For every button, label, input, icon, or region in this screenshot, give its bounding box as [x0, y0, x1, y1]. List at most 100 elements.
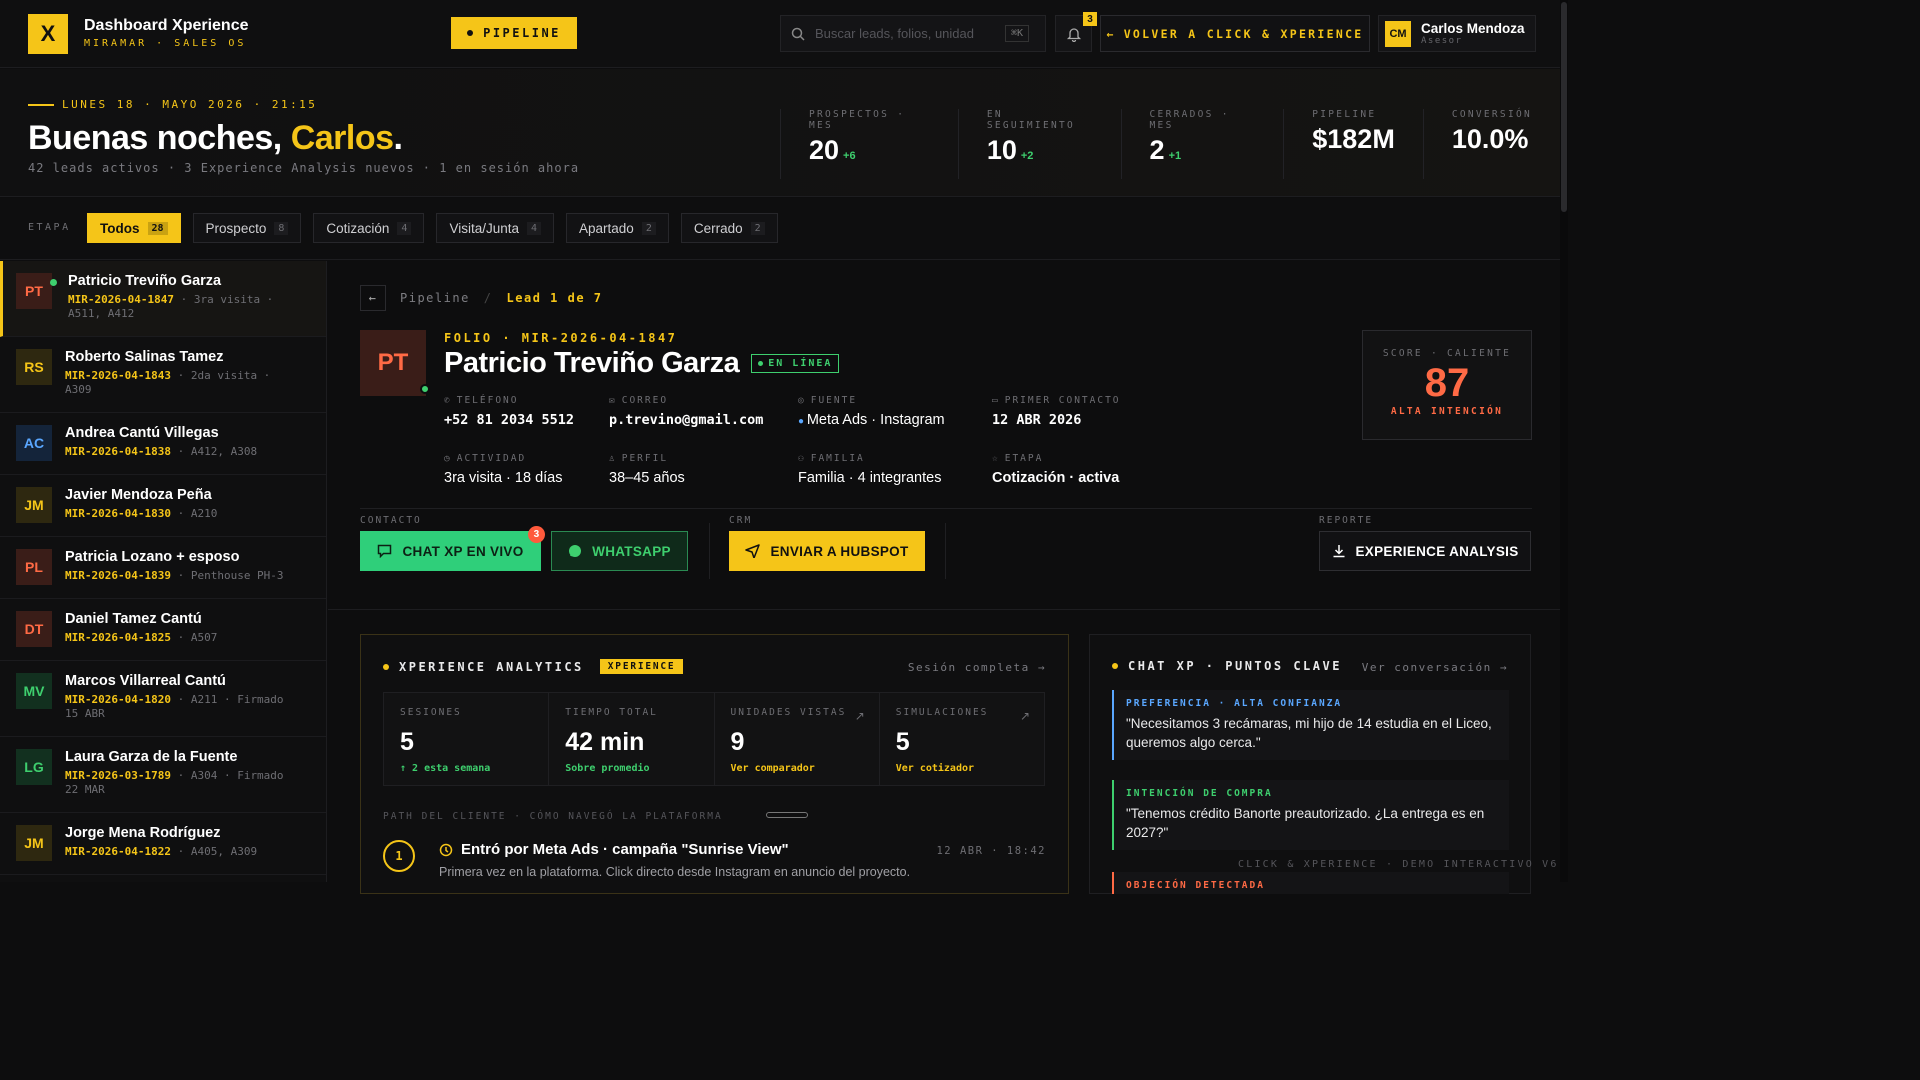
- field-value: 38–45 años: [609, 470, 685, 486]
- stage-filter-apartado[interactable]: Apartado 2: [566, 213, 669, 243]
- calendar-icon: ▭: [992, 395, 1000, 406]
- kpi-sub: Sobre promedio: [565, 763, 650, 774]
- back-to-click-xperience-button[interactable]: ← VOLVER A CLICK & XPERIENCE: [1100, 15, 1370, 52]
- scrollbar-thumb[interactable]: [1561, 2, 1567, 212]
- step-time: 12 ABR · 18:42: [936, 845, 1046, 857]
- arrow-left-icon: ←: [368, 291, 378, 305]
- stat-value: 20 +6: [809, 135, 856, 165]
- phone-icon: ✆: [444, 395, 452, 406]
- field-label: ⚇ FAMILIA: [798, 453, 865, 464]
- divider: [945, 523, 946, 579]
- stage-count: 2: [750, 221, 765, 235]
- stat-delta: +2: [1020, 150, 1034, 162]
- stage-filter-cotizacion[interactable]: Cotización 4: [313, 213, 425, 243]
- experience-analysis-button[interactable]: EXPERIENCE ANALYSIS: [1319, 531, 1531, 571]
- lead-name: Patricia Lozano + esposo: [65, 549, 240, 565]
- kpi-sub: Ver comparador: [730, 763, 815, 774]
- avatar: LG: [16, 749, 52, 785]
- list-item[interactable]: JM Javier Mendoza Peña MIR-2026-04-1830 …: [0, 475, 326, 537]
- online-indicator: [50, 279, 57, 286]
- lead-meta: MIR-2026-04-1839 · Penthouse PH-3: [65, 569, 284, 582]
- stage-count: 8: [274, 221, 289, 235]
- field-label: ✆ TELÉFONO: [444, 395, 519, 406]
- breadcrumb-back-button[interactable]: ←: [360, 285, 386, 311]
- breadcrumb-root[interactable]: Pipeline: [400, 291, 470, 305]
- xperience-tag: XPERIENCE: [599, 659, 684, 674]
- list-item[interactable]: DT Daniel Tamez Cantú MIR-2026-04-1825 ·…: [0, 599, 326, 661]
- back-button-label: VOLVER A CLICK & XPERIENCE: [1123, 26, 1364, 41]
- divider: [360, 508, 1532, 509]
- list-item[interactable]: MV Marcos Villarreal Cantú MIR-2026-04-1…: [0, 661, 326, 737]
- greeting-name: Carlos: [290, 119, 394, 157]
- stage-filter-todos[interactable]: Todos 28: [87, 213, 181, 243]
- stage-filter-list: Todos 28 Prospecto 8 Cotización 4 Visita/Ju…: [87, 213, 778, 243]
- list-item[interactable]: AC Andrea Cantú Villegas MIR-2026-04-183…: [0, 413, 326, 475]
- lead-name: Andrea Cantú Villegas: [65, 425, 219, 441]
- stage-filter-bar: ETAPA Todos 28 Prospecto 8 Cotización 4 Vis…: [0, 198, 1560, 260]
- lead-meta: MIR-2026-04-1847 · 3ra visita · A511, A4…: [68, 293, 274, 320]
- list-item[interactable]: PL Patricia Lozano + esposo MIR-2026-04-…: [0, 537, 326, 599]
- quote-label: INTENCIÓN DE COMPRA: [1126, 788, 1273, 799]
- avatar: JM: [16, 487, 52, 523]
- user-menu[interactable]: CM Carlos Mendoza Asesor: [1378, 15, 1536, 52]
- brand-logo[interactable]: X: [28, 14, 68, 54]
- quote-text: "Necesitamos 3 recámaras, mi hijo de 14 …: [1126, 716, 1492, 750]
- lead-meta: MIR-2026-03-1789 · A304 · Firmado 22 MAR: [65, 769, 284, 796]
- stat-delta: +6: [843, 150, 856, 162]
- field-label: ▭ PRIMER CONTACTO: [992, 395, 1121, 406]
- list-item[interactable]: PT Patricio Treviño Garza MIR-2026-04-18…: [0, 261, 326, 337]
- list-item[interactable]: RS Roberto Salinas Tamez MIR-2026-04-184…: [0, 337, 326, 413]
- full-session-link[interactable]: Sesión completa →: [908, 661, 1046, 674]
- kpi-simulaciones[interactable]: ↗ SIMULACIONES 5 Ver cotizador: [880, 693, 1044, 785]
- stat-label: EN SEGUIMIENTO: [986, 109, 1076, 131]
- lead-name: Daniel Tamez Cantú: [65, 611, 202, 627]
- stage-filter-cerrado[interactable]: Cerrado 2: [680, 213, 778, 243]
- user-name: Carlos Mendoza: [1421, 21, 1525, 36]
- stage-filter-prospecto[interactable]: Prospecto 8: [192, 213, 302, 243]
- target-icon: ◎: [798, 395, 806, 406]
- view-conversation-link[interactable]: Ver conversación →: [1362, 661, 1508, 674]
- kpi-value: 9: [730, 728, 745, 756]
- kpi-label: TIEMPO TOTAL: [565, 707, 658, 718]
- whatsapp-icon: [569, 545, 582, 557]
- whatsapp-button[interactable]: WHATSAPP: [551, 531, 688, 571]
- field-correo: ✉ CORREO p.trevino@gmail.com: [609, 395, 763, 428]
- footer-note: CLICK & XPERIENCE · DEMO INTERACTIVO V6: [1238, 859, 1559, 870]
- lead-meta: MIR-2026-04-1825 · A507: [65, 631, 218, 644]
- field-label: ✉ CORREO: [609, 395, 669, 406]
- avatar: DT: [16, 611, 52, 647]
- greeting-suffix: .: [393, 119, 403, 157]
- list-item[interactable]: JM Jorge Mena Rodríguez MIR-2026-04-1822…: [0, 813, 326, 875]
- download-icon: [1333, 545, 1344, 558]
- send-to-hubspot-button[interactable]: ENVIAR A HUBSPOT: [729, 531, 925, 571]
- score-subtitle: ALTA INTENCIÓN: [1390, 406, 1504, 417]
- breadcrumb: ← Pipeline / Lead 1 de 7: [360, 285, 603, 311]
- avatar: AC: [16, 425, 52, 461]
- kpi-value: 5: [400, 728, 414, 756]
- field-telefono: ✆ TELÉFONO +52 81 2034 5512: [444, 395, 574, 428]
- user-role: Asesor: [1421, 36, 1463, 46]
- avatar: CM: [1385, 20, 1411, 47]
- accent-line: [28, 103, 54, 106]
- list-item[interactable]: LG Laura Garza de la Fuente MIR-2026-03-…: [0, 737, 326, 813]
- search-input[interactable]: [815, 26, 995, 41]
- stage-filter-visita[interactable]: Visita/Junta 4: [436, 213, 555, 243]
- chat-xp-live-button[interactable]: CHAT XP EN VIVO 3: [360, 526, 545, 571]
- stage-filter-label: ETAPA: [28, 222, 71, 233]
- brand-subtitle: MIRAMAR · SALES OS: [84, 38, 247, 49]
- xperience-analytics-card: XPERIENCE ANALYTICS XPERIENCE Sesión com…: [360, 634, 1069, 894]
- field-label: ♙ PERFIL: [609, 453, 669, 464]
- notifications-badge: 3: [1083, 12, 1097, 26]
- notifications-button[interactable]: 3: [1055, 12, 1097, 52]
- search-box[interactable]: ⌘K: [780, 15, 1046, 52]
- path-scroll-indicator[interactable]: [766, 812, 808, 818]
- section-label-crm: CRM: [729, 515, 753, 526]
- stage-count: 4: [397, 221, 412, 235]
- field-value: 3ra visita · 18 días: [444, 470, 563, 486]
- kpi-unidades-vistas[interactable]: ↗ UNIDADES VISTAS 9 Ver comparador: [715, 693, 880, 785]
- clock-icon: ◷: [444, 453, 452, 464]
- field-value[interactable]: p.trevino@gmail.com: [609, 412, 763, 428]
- field-value[interactable]: +52 81 2034 5512: [444, 412, 574, 428]
- kpi-value: 42 min: [565, 728, 645, 756]
- pipeline-button[interactable]: PIPELINE: [451, 17, 577, 49]
